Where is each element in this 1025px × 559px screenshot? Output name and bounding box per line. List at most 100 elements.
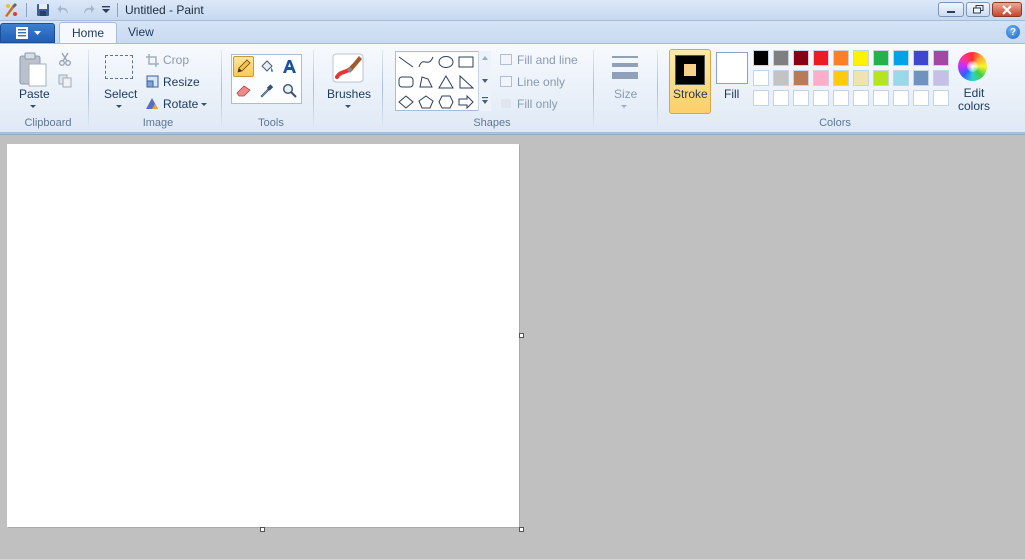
undo-icon[interactable] <box>56 2 72 18</box>
magnifier-tool[interactable] <box>279 80 300 101</box>
palette-swatch[interactable] <box>853 70 869 86</box>
eraser-icon <box>235 85 251 97</box>
crop-button[interactable]: Crop <box>163 53 189 67</box>
shape-right-triangle[interactable] <box>456 73 476 91</box>
palette-swatch[interactable] <box>873 90 889 106</box>
rotate-button[interactable]: Rotate <box>163 97 198 111</box>
ribbon-tab-row: Home View ? <box>0 21 1025 44</box>
palette-swatch[interactable] <box>833 90 849 106</box>
palette-swatch[interactable] <box>753 90 769 106</box>
palette-swatch[interactable] <box>793 70 809 86</box>
palette-swatch[interactable] <box>753 70 769 86</box>
text-tool[interactable] <box>279 56 300 77</box>
palette-swatch[interactable] <box>813 70 829 86</box>
resize-button[interactable]: Resize <box>163 75 200 89</box>
line-size-icon <box>612 56 638 79</box>
palette-swatch[interactable] <box>913 70 929 86</box>
shape-line[interactable] <box>396 53 416 71</box>
tab-home[interactable]: Home <box>59 22 118 44</box>
resize-handle-bottom[interactable] <box>260 527 265 532</box>
tab-view[interactable]: View <box>116 22 166 44</box>
minimize-button[interactable] <box>938 2 964 17</box>
select-button[interactable] <box>105 55 133 79</box>
palette-swatch[interactable] <box>913 90 929 106</box>
shape-polygon[interactable] <box>416 73 436 91</box>
copy-button[interactable] <box>58 74 72 91</box>
brushes-button[interactable] <box>331 52 365 87</box>
stroke-label: Stroke <box>673 87 708 101</box>
eraser-tool[interactable] <box>233 80 254 101</box>
shapes-group-label: Shapes <box>473 117 511 129</box>
palette-swatch[interactable] <box>773 70 789 86</box>
edit-colors-button[interactable] <box>958 52 987 81</box>
resize-handle-right[interactable] <box>519 333 524 338</box>
redo-icon[interactable] <box>80 2 96 18</box>
size-button[interactable] <box>611 55 639 84</box>
text-a-icon <box>283 60 296 73</box>
title-bar: Untitled - Paint <box>0 0 1025 21</box>
clipboard-icon <box>19 52 47 87</box>
palette-swatch[interactable] <box>893 70 909 86</box>
palette-swatch[interactable] <box>833 70 849 86</box>
fill-and-line-option[interactable]: Fill and line <box>517 53 578 67</box>
palette-swatch[interactable] <box>933 50 949 66</box>
size-label: Size <box>614 87 638 101</box>
fill-and-line-checkbox[interactable] <box>500 54 512 65</box>
palette-swatch[interactable] <box>793 50 809 66</box>
shape-rounded-rectangle[interactable] <box>396 73 416 91</box>
palette-swatch[interactable] <box>793 90 809 106</box>
palette-swatch[interactable] <box>873 70 889 86</box>
palette-swatch[interactable] <box>893 50 909 66</box>
color-picker-tool[interactable] <box>256 80 277 101</box>
tools-group-label: Tools <box>258 117 284 129</box>
shape-oval[interactable] <box>436 53 456 71</box>
line-only-checkbox[interactable] <box>500 76 512 87</box>
customize-toolbar-icon[interactable] <box>98 2 114 18</box>
paint-bucket-icon <box>260 60 273 72</box>
fill-only-icon <box>500 98 512 109</box>
shape-triangle[interactable] <box>436 73 456 91</box>
stroke-color-button[interactable] <box>669 49 711 114</box>
palette-swatch[interactable] <box>773 90 789 106</box>
palette-swatch[interactable] <box>773 50 789 66</box>
palette-swatch[interactable] <box>813 90 829 106</box>
shape-curve[interactable] <box>416 53 436 71</box>
application-menu-button[interactable] <box>0 23 55 43</box>
shape-pentagon[interactable] <box>416 93 436 111</box>
palette-swatch[interactable] <box>853 50 869 66</box>
save-icon[interactable] <box>35 2 51 18</box>
palette-swatch[interactable] <box>833 50 849 66</box>
resize-handle-corner[interactable] <box>519 527 524 532</box>
palette-swatch[interactable] <box>933 70 949 86</box>
palette-swatch[interactable] <box>813 50 829 66</box>
brush-icon <box>332 53 364 83</box>
shape-diamond[interactable] <box>396 93 416 111</box>
scissors-icon <box>59 52 71 66</box>
paint-app-icon[interactable] <box>3 2 19 18</box>
palette-swatch[interactable] <box>913 50 929 66</box>
chevron-down-icon <box>116 105 122 108</box>
drawing-canvas[interactable] <box>7 144 519 527</box>
shape-right-arrow[interactable] <box>456 93 476 111</box>
help-icon[interactable]: ? <box>1006 25 1020 39</box>
colors-group-label: Colors <box>819 117 851 129</box>
shapes-scrollbar[interactable] <box>478 51 491 111</box>
fill-only-option[interactable]: Fill only <box>517 97 558 111</box>
pencil-tool[interactable] <box>233 56 254 77</box>
palette-swatch[interactable] <box>753 50 769 66</box>
palette-swatch[interactable] <box>873 50 889 66</box>
shape-rectangle[interactable] <box>456 53 476 71</box>
fill-tool[interactable] <box>256 56 277 77</box>
clipboard-group-label: Clipboard <box>24 117 72 129</box>
maximize-button[interactable] <box>966 2 990 17</box>
paste-button[interactable] <box>17 52 49 91</box>
line-only-option[interactable]: Line only <box>517 75 565 89</box>
close-button[interactable] <box>992 2 1022 17</box>
palette-swatch[interactable] <box>933 90 949 106</box>
fill-color-button[interactable] <box>716 52 748 84</box>
palette-swatch[interactable] <box>893 90 909 106</box>
palette-swatch[interactable] <box>853 90 869 106</box>
scroll-arrows-icon <box>482 56 488 104</box>
shape-hexagon[interactable] <box>436 93 456 111</box>
cut-button[interactable] <box>58 52 72 69</box>
